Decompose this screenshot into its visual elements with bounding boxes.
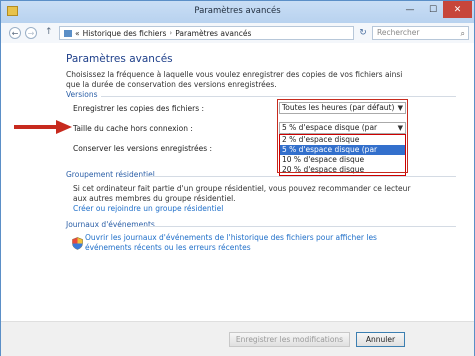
search-input[interactable]: Rechercher ⌕ (372, 26, 469, 40)
cache-size-label: Taille du cache hors connexion : (73, 124, 193, 133)
red-arrow-annotation (14, 120, 72, 134)
save-copies-label: Enregistrer les copies des fichiers : (73, 104, 205, 113)
shield-icon (72, 237, 83, 250)
event-logs-link[interactable]: Ouvrir les journaux d'événements de l'hi… (85, 233, 425, 253)
homegroup-text: Si cet ordinateur fait partie d'un group… (73, 184, 411, 203)
up-button[interactable]: ↑ (45, 27, 53, 37)
cache-option-5[interactable]: 5 % d'espace disque (par défaut) (280, 145, 405, 164)
main-content: Paramètres avancés Choisissez la fréquen… (1, 43, 474, 313)
chevron-down-icon: ▼ (397, 124, 403, 132)
page-title: Paramètres avancés (66, 53, 173, 65)
cache-option-10[interactable]: 10 % d'espace disque (280, 155, 405, 165)
breadcrumb-separator: › (169, 29, 173, 37)
versions-section-label: Versions (66, 90, 98, 99)
refresh-icon[interactable]: ↻ (356, 26, 370, 40)
versions-divider (101, 96, 456, 97)
homegroup-divider (141, 176, 456, 177)
address-prefix: « (75, 28, 80, 38)
chevron-down-icon: ▼ (397, 104, 403, 112)
homegroup-section-label: Groupement résidentiel (66, 170, 155, 179)
address-bar[interactable]: « Historique des fichiers › Paramètres a… (59, 26, 354, 40)
cache-size-dropdown: 2 % d'espace disque 5 % d'espace disque … (279, 134, 406, 176)
navigation-bar: ← → ↑ « Historique des fichiers › Paramè… (1, 23, 474, 43)
breadcrumb-file-history[interactable]: Historique des fichiers (83, 29, 167, 38)
homegroup-link[interactable]: Créer ou rejoindre un groupe résidentiel (73, 204, 223, 213)
cache-size-select[interactable]: 5 % d'espace disque (par défaut) ▼ (279, 122, 406, 142)
events-section-label: Journaux d'événements (66, 220, 155, 229)
save-frequency-value: Toutes les heures (par défaut) (282, 103, 395, 112)
settings-window: Paramètres avancés — ☐ ✕ ← → ↑ « Histori… (0, 0, 475, 356)
title-bar: Paramètres avancés — ☐ ✕ (1, 1, 474, 23)
cache-option-20[interactable]: 20 % d'espace disque (280, 165, 405, 175)
forward-button[interactable]: → (25, 27, 37, 39)
cache-option-2[interactable]: 2 % d'espace disque (280, 135, 405, 145)
save-frequency-select[interactable]: Toutes les heures (par défaut) ▼ (279, 102, 406, 114)
dialog-footer: Enregistrer les modifications Annuler (1, 321, 474, 356)
cancel-button[interactable]: Annuler (356, 332, 405, 347)
breadcrumb-advanced-settings[interactable]: Paramètres avancés (175, 29, 251, 38)
keep-versions-label: Conserver les versions enregistrées : (73, 144, 213, 153)
close-button[interactable]: ✕ (443, 1, 472, 18)
events-divider (134, 226, 456, 227)
search-placeholder: Rechercher (377, 28, 420, 37)
back-button[interactable]: ← (9, 27, 21, 39)
save-button[interactable]: Enregistrer les modifications (229, 332, 350, 347)
page-description: Choisissez la fréquence à laquelle vous … (66, 70, 403, 89)
search-icon[interactable]: ⌕ (461, 28, 465, 40)
control-panel-icon (64, 29, 72, 37)
